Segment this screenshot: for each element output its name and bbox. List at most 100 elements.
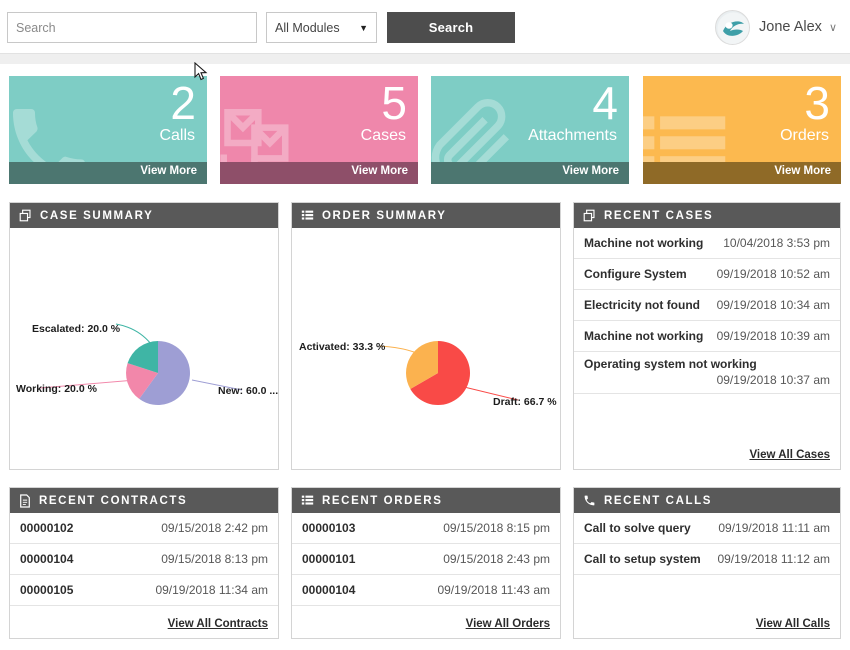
panel-header: RECENT CONTRACTS: [10, 488, 278, 513]
tile-orders[interactable]: 3 Orders View More: [643, 76, 841, 184]
panel-header: CASE SUMMARY: [10, 203, 278, 228]
item-name: 00000101: [302, 552, 355, 566]
panel-title: RECENT CASES: [604, 210, 713, 222]
order-summary-chart: Activated: 33.3 % Draft: 66.7 %: [292, 228, 560, 469]
tile-footer[interactable]: View More: [220, 162, 418, 184]
panel-title: RECENT ORDERS: [322, 495, 442, 507]
tile-footer[interactable]: View More: [9, 162, 207, 184]
list-item[interactable]: 00000102 09/15/2018 2:42 pm: [10, 513, 278, 544]
list-item[interactable]: 00000104 09/19/2018 11:43 am: [292, 575, 560, 606]
recent-calls-list: Call to solve query 09/19/2018 11:11 am …: [574, 513, 840, 638]
pie-label-new: New: 60.0 ...: [218, 385, 278, 397]
view-all-cases[interactable]: View All Cases: [749, 445, 830, 463]
view-more-link[interactable]: View More: [351, 165, 408, 177]
tile-count: 4: [592, 77, 617, 129]
mouse-cursor: [194, 62, 208, 82]
view-all-orders[interactable]: View All Orders: [466, 614, 550, 632]
panel-title: RECENT CONTRACTS: [39, 495, 187, 507]
tile-count: 2: [170, 77, 195, 129]
recent-contracts-list: 00000102 09/15/2018 2:42 pm 00000104 09/…: [10, 513, 278, 638]
view-all-calls[interactable]: View All Calls: [756, 614, 830, 632]
top-bar: All Modules ▼ Search Jone Alex ∨: [0, 0, 850, 54]
recent-orders-panel: RECENT ORDERS 00000103 09/15/2018 8:15 p…: [291, 487, 561, 639]
case-pie-chart: [10, 228, 278, 469]
view-all-label[interactable]: View All Orders: [466, 618, 550, 630]
tile-attachments[interactable]: 4 Attachments View More: [431, 76, 629, 184]
list-item[interactable]: 00000105 09/19/2018 11:34 am: [10, 575, 278, 606]
recent-cases-list: Machine not working 10/04/2018 3:53 pm C…: [574, 228, 840, 469]
list-item[interactable]: Operating system not working 09/19/2018 …: [574, 352, 840, 394]
item-date: 09/15/2018 8:15 pm: [443, 521, 550, 535]
pie-label-draft: Draft: 66.7 %: [493, 396, 557, 408]
item-date: 09/19/2018 11:34 am: [155, 583, 268, 597]
order-summary-panel: ORDER SUMMARY Activated: 33.3 % Draft: 6…: [291, 202, 561, 470]
item-date: 09/15/2018 2:42 pm: [161, 521, 268, 535]
item-date: 09/19/2018 10:39 am: [717, 329, 830, 343]
view-more-link[interactable]: View More: [774, 165, 831, 177]
tile-footer[interactable]: View More: [643, 162, 841, 184]
view-all-label[interactable]: View All Calls: [756, 618, 830, 630]
tile-count: 3: [804, 77, 829, 129]
item-name: 00000103: [302, 521, 355, 535]
item-name: Call to setup system: [584, 552, 701, 566]
tile-calls[interactable]: 2 Calls View More: [9, 76, 207, 184]
tile-label: Cases: [361, 126, 406, 146]
tile-label: Orders: [780, 126, 829, 146]
item-name: 00000104: [302, 583, 355, 597]
list-item[interactable]: 00000101 09/15/2018 2:43 pm: [292, 544, 560, 575]
list-item[interactable]: Call to solve query 09/19/2018 11:11 am: [574, 513, 840, 544]
chevron-down-icon: ∨: [829, 21, 837, 34]
item-date: 09/19/2018 10:52 am: [717, 267, 830, 281]
item-name: Machine not working: [584, 329, 703, 343]
pie-label-activated: Activated: 33.3 %: [299, 341, 385, 353]
search-button[interactable]: Search: [387, 12, 515, 43]
item-date: 09/19/2018 11:43 am: [437, 583, 550, 597]
copy-icon: [583, 209, 596, 222]
user-name: Jone Alex: [759, 19, 822, 35]
header-divider: [0, 54, 850, 64]
list-item[interactable]: 00000104 09/15/2018 8:13 pm: [10, 544, 278, 575]
list-icon: [301, 494, 314, 507]
item-date: 09/15/2018 8:13 pm: [161, 552, 268, 566]
list-item[interactable]: Machine not working 09/19/2018 10:39 am: [574, 321, 840, 352]
item-date: 09/19/2018 11:11 am: [718, 521, 830, 535]
recent-calls-panel: RECENT CALLS Call to solve query 09/19/2…: [573, 487, 841, 639]
list-item[interactable]: Configure System 09/19/2018 10:52 am: [574, 259, 840, 290]
list-icon: [301, 209, 314, 222]
module-select[interactable]: All Modules ▼: [266, 12, 377, 43]
item-date: 09/15/2018 2:43 pm: [443, 552, 550, 566]
tile-cases[interactable]: 5 Cases View More: [220, 76, 418, 184]
view-more-link[interactable]: View More: [140, 165, 197, 177]
recent-orders-list: 00000103 09/15/2018 8:15 pm 00000101 09/…: [292, 513, 560, 638]
copy-icon: [19, 209, 32, 222]
panel-header: RECENT CASES: [574, 203, 840, 228]
tile-label: Attachments: [528, 126, 617, 146]
tile-label: Calls: [159, 126, 195, 146]
item-name: 00000104: [20, 552, 73, 566]
list-item[interactable]: Electricity not found 09/19/2018 10:34 a…: [574, 290, 840, 321]
user-menu[interactable]: Jone Alex ∨: [715, 7, 837, 47]
item-name: 00000105: [20, 583, 73, 597]
view-all-label[interactable]: View All Cases: [749, 449, 830, 461]
panel-header: RECENT ORDERS: [292, 488, 560, 513]
item-name: Configure System: [584, 267, 687, 281]
panel-header: ORDER SUMMARY: [292, 203, 560, 228]
case-summary-chart: Escalated: 20.0 % Working: 20.0 % New: 6…: [10, 228, 278, 469]
view-more-link[interactable]: View More: [562, 165, 619, 177]
item-name: Electricity not found: [584, 298, 700, 312]
item-date: 10/04/2018 3:53 pm: [723, 236, 830, 250]
item-name: Operating system not working: [584, 357, 830, 371]
tile-footer[interactable]: View More: [431, 162, 629, 184]
case-summary-panel: CASE SUMMARY Escalated: 20.0 % Wor: [9, 202, 279, 470]
item-date: 09/19/2018 10:37 am: [584, 373, 830, 387]
list-item[interactable]: Machine not working 10/04/2018 3:53 pm: [574, 228, 840, 259]
list-item[interactable]: Call to setup system 09/19/2018 11:12 am: [574, 544, 840, 575]
search-input[interactable]: [7, 12, 257, 43]
module-select-value: All Modules: [275, 21, 355, 35]
item-date: 09/19/2018 10:34 am: [717, 298, 830, 312]
panel-header: RECENT CALLS: [574, 488, 840, 513]
view-all-label[interactable]: View All Contracts: [168, 618, 268, 630]
panel-title: RECENT CALLS: [604, 495, 712, 507]
list-item[interactable]: 00000103 09/15/2018 8:15 pm: [292, 513, 560, 544]
view-all-contracts[interactable]: View All Contracts: [168, 614, 268, 632]
